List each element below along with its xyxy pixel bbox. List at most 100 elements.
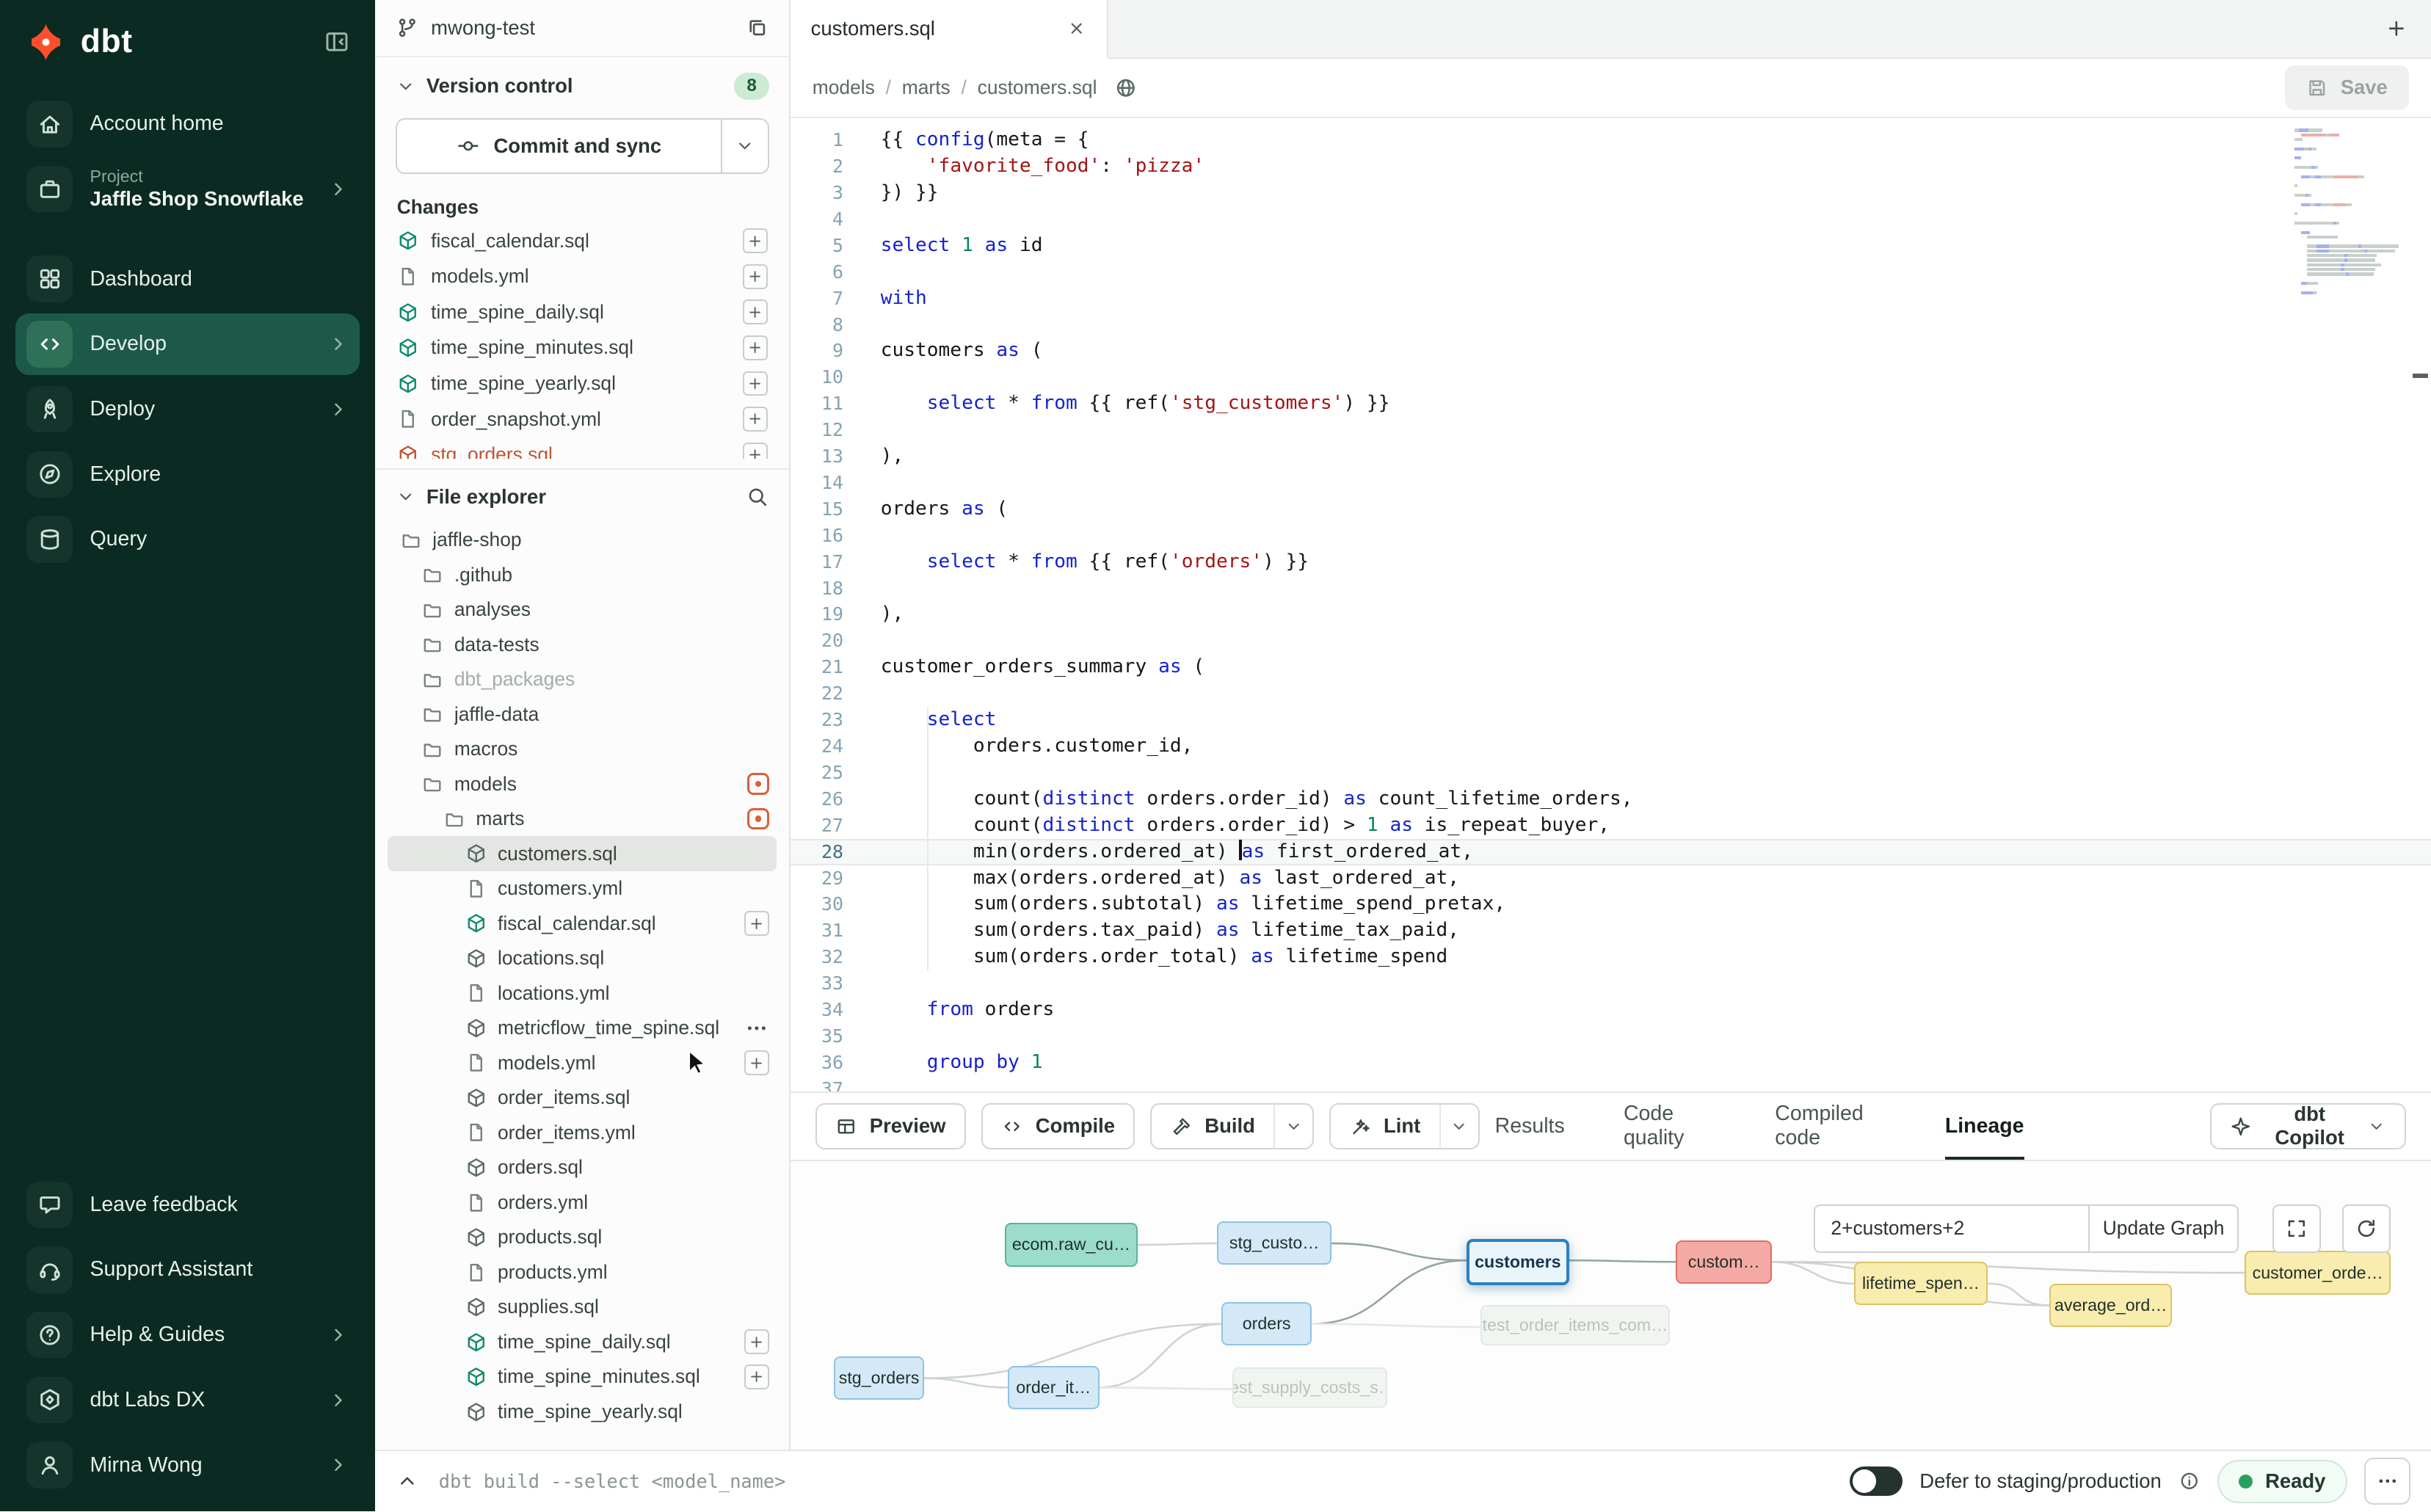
code-line[interactable]: 34 from orders <box>791 997 2431 1023</box>
code-line[interactable]: 37 <box>791 1076 2431 1091</box>
code-line[interactable]: 1{{ config(meta = { <box>791 127 2431 153</box>
breadcrumb-file[interactable]: customers.sql <box>978 76 1097 99</box>
update-graph-button[interactable]: Update Graph <box>2090 1204 2239 1252</box>
compile-button[interactable]: Compile <box>981 1103 1135 1149</box>
file-tree-item-supplies-sql[interactable]: supplies.sql <box>388 1290 777 1325</box>
tab-compiled-code[interactable]: Compiled code <box>1775 1093 1886 1160</box>
file-tree-item-time-spine-minutes-sql[interactable]: time_spine_minutes.sql <box>388 1359 777 1395</box>
code-line[interactable]: 2 'favorite_food': 'pizza' <box>791 153 2431 180</box>
lineage-node-average-ord[interactable]: average_ord… <box>2049 1284 2172 1327</box>
close-tab-icon[interactable] <box>1066 18 1086 38</box>
code-line[interactable]: 21customer_orders_summary as ( <box>791 654 2431 680</box>
lineage-node-orders[interactable]: orders <box>1221 1302 1312 1345</box>
refresh-graph-button[interactable] <box>2342 1204 2390 1252</box>
tab-results[interactable]: Results <box>1495 1093 1565 1160</box>
file-tree-item-jaffle-data[interactable]: jaffle-data <box>388 697 777 732</box>
code-line[interactable]: 5select 1 as id <box>791 233 2431 259</box>
code-line[interactable]: 20 <box>791 628 2431 654</box>
editor-minimap[interactable] <box>2294 128 2406 300</box>
commit-options-button[interactable] <box>722 118 768 174</box>
save-button[interactable]: Save <box>2285 65 2410 110</box>
code-line[interactable]: 31 sum(orders.tax_paid) as lifetime_tax_… <box>791 917 2431 944</box>
stage-change-button[interactable] <box>744 1050 769 1075</box>
code-line[interactable]: 12 <box>791 417 2431 443</box>
tab-customers-sql[interactable]: customers.sql <box>791 0 1108 59</box>
code-line[interactable]: 29 max(orders.ordered_at) as last_ordere… <box>791 865 2431 892</box>
info-icon[interactable] <box>2179 1470 2201 1492</box>
file-tree-item-products-yml[interactable]: products.yml <box>388 1255 777 1290</box>
lineage-node-test-order-items-com[interactable]: test_order_items_com… <box>1480 1305 1670 1345</box>
change-item[interactable]: stg_orders.sql <box>388 437 777 459</box>
code-line[interactable]: 7with <box>791 286 2431 312</box>
code-line[interactable]: 28 min(orders.ordered_at) as first_order… <box>791 839 2431 865</box>
lineage-node-stg-orders[interactable]: stg_orders <box>834 1356 924 1400</box>
sidebar-item-explore[interactable]: Explore <box>15 443 360 505</box>
lineage-node-stg-custo[interactable]: stg_custo… <box>1217 1221 1331 1265</box>
stage-change-button[interactable] <box>744 911 769 936</box>
code-line[interactable]: 27 count(distinct orders.order_id) > 1 a… <box>791 813 2431 839</box>
dbt-copilot-button[interactable]: dbt Copilot <box>2210 1103 2406 1149</box>
file-tree-item-locations-yml[interactable]: locations.yml <box>388 975 777 1011</box>
code-line[interactable]: 18 <box>791 575 2431 602</box>
stage-change-button[interactable] <box>744 1329 769 1354</box>
tab-code-quality[interactable]: Code quality <box>1624 1093 1716 1160</box>
stage-change-button[interactable] <box>743 443 768 459</box>
file-tree-item-data-tests[interactable]: data-tests <box>388 627 777 662</box>
file-tree-item-order-items-yml[interactable]: order_items.yml <box>388 1116 777 1151</box>
change-item[interactable]: time_spine_daily.sql <box>388 294 777 330</box>
file-tree-item-macros[interactable]: macros <box>388 732 777 767</box>
lint-button[interactable]: Lint <box>1329 1103 1439 1149</box>
sidebar-item-dbt-labs-dx[interactable]: dbt Labs DX <box>15 1369 360 1431</box>
row-menu-button[interactable] <box>744 1016 769 1041</box>
sidebar-item-develop[interactable]: Develop <box>15 313 360 375</box>
code-line[interactable]: 24 orders.customer_id, <box>791 733 2431 760</box>
stage-change-button[interactable] <box>744 1364 769 1389</box>
lint-options-button[interactable] <box>1439 1103 1480 1149</box>
lineage-node-order-it[interactable]: order_it… <box>1008 1366 1100 1409</box>
code-line[interactable]: 3}) }} <box>791 180 2431 206</box>
lineage-node-customer-orde[interactable]: customer_orde… <box>2245 1251 2391 1294</box>
stage-change-button[interactable] <box>743 299 768 324</box>
chevron-up-icon[interactable] <box>396 1469 419 1493</box>
breadcrumb-models[interactable]: models <box>813 76 875 99</box>
code-line[interactable]: 33 <box>791 970 2431 997</box>
code-line[interactable]: 4 <box>791 206 2431 233</box>
lineage-node-customers[interactable]: customers <box>1467 1239 1569 1285</box>
file-tree-item-customers-sql[interactable]: customers.sql <box>388 836 777 871</box>
more-options-button[interactable] <box>2364 1458 2410 1504</box>
file-tree-item-models[interactable]: models <box>388 766 777 802</box>
file-tree-item-customers-yml[interactable]: customers.yml <box>388 871 777 906</box>
file-tree-item-products-sql[interactable]: products.sql <box>388 1220 777 1255</box>
build-options-button[interactable] <box>1273 1103 1314 1149</box>
code-line[interactable]: 14 <box>791 470 2431 496</box>
change-item[interactable]: time_spine_minutes.sql <box>388 330 777 366</box>
change-item[interactable]: order_snapshot.yml <box>388 401 777 437</box>
code-line[interactable]: 16 <box>791 523 2431 549</box>
file-tree-item-orders-yml[interactable]: orders.yml <box>388 1185 777 1221</box>
stage-change-button[interactable] <box>743 335 768 360</box>
code-line[interactable]: 19), <box>791 601 2431 628</box>
file-tree-item-metricflow-time-spine-sql[interactable]: metricflow_time_spine.sql <box>388 1011 777 1046</box>
stage-change-button[interactable] <box>743 264 768 289</box>
code-content[interactable]: 1{{ config(meta = {2 'favorite_food': 'p… <box>791 118 2431 1092</box>
stage-change-button[interactable] <box>743 407 768 432</box>
sidebar-item-support-assistant[interactable]: Support Assistant <box>15 1239 360 1301</box>
code-line[interactable]: 25 <box>791 760 2431 786</box>
stage-change-button[interactable] <box>743 371 768 396</box>
change-item[interactable]: fiscal_calendar.sql <box>388 223 777 259</box>
lineage-node-lifetime-spen[interactable]: lifetime_spen… <box>1854 1262 1988 1305</box>
code-line[interactable]: 35 <box>791 1023 2431 1050</box>
lineage-node-ecom-raw-cu[interactable]: ecom.raw_cu… <box>1005 1223 1138 1266</box>
code-line[interactable]: 15orders as ( <box>791 496 2431 523</box>
code-line[interactable]: 8 <box>791 312 2431 338</box>
cli-command-input[interactable]: dbt build --select <model_name> <box>439 1470 786 1492</box>
file-tree-item-time-spine-yearly-sql[interactable]: time_spine_yearly.sql <box>388 1395 777 1430</box>
file-tree-item-jaffle-shop[interactable]: jaffle-shop <box>388 523 777 558</box>
search-icon[interactable] <box>746 485 769 509</box>
sidebar-item-user-mirna-wong[interactable]: Mirna Wong <box>15 1434 360 1496</box>
sidebar-item-leave-feedback[interactable]: Leave feedback <box>15 1174 360 1235</box>
code-line[interactable]: 22 <box>791 680 2431 707</box>
code-line[interactable]: 23 select <box>791 707 2431 733</box>
file-tree-item-fiscal-calendar-sql[interactable]: fiscal_calendar.sql <box>388 906 777 941</box>
lineage-selector-input[interactable] <box>1814 1204 2090 1252</box>
